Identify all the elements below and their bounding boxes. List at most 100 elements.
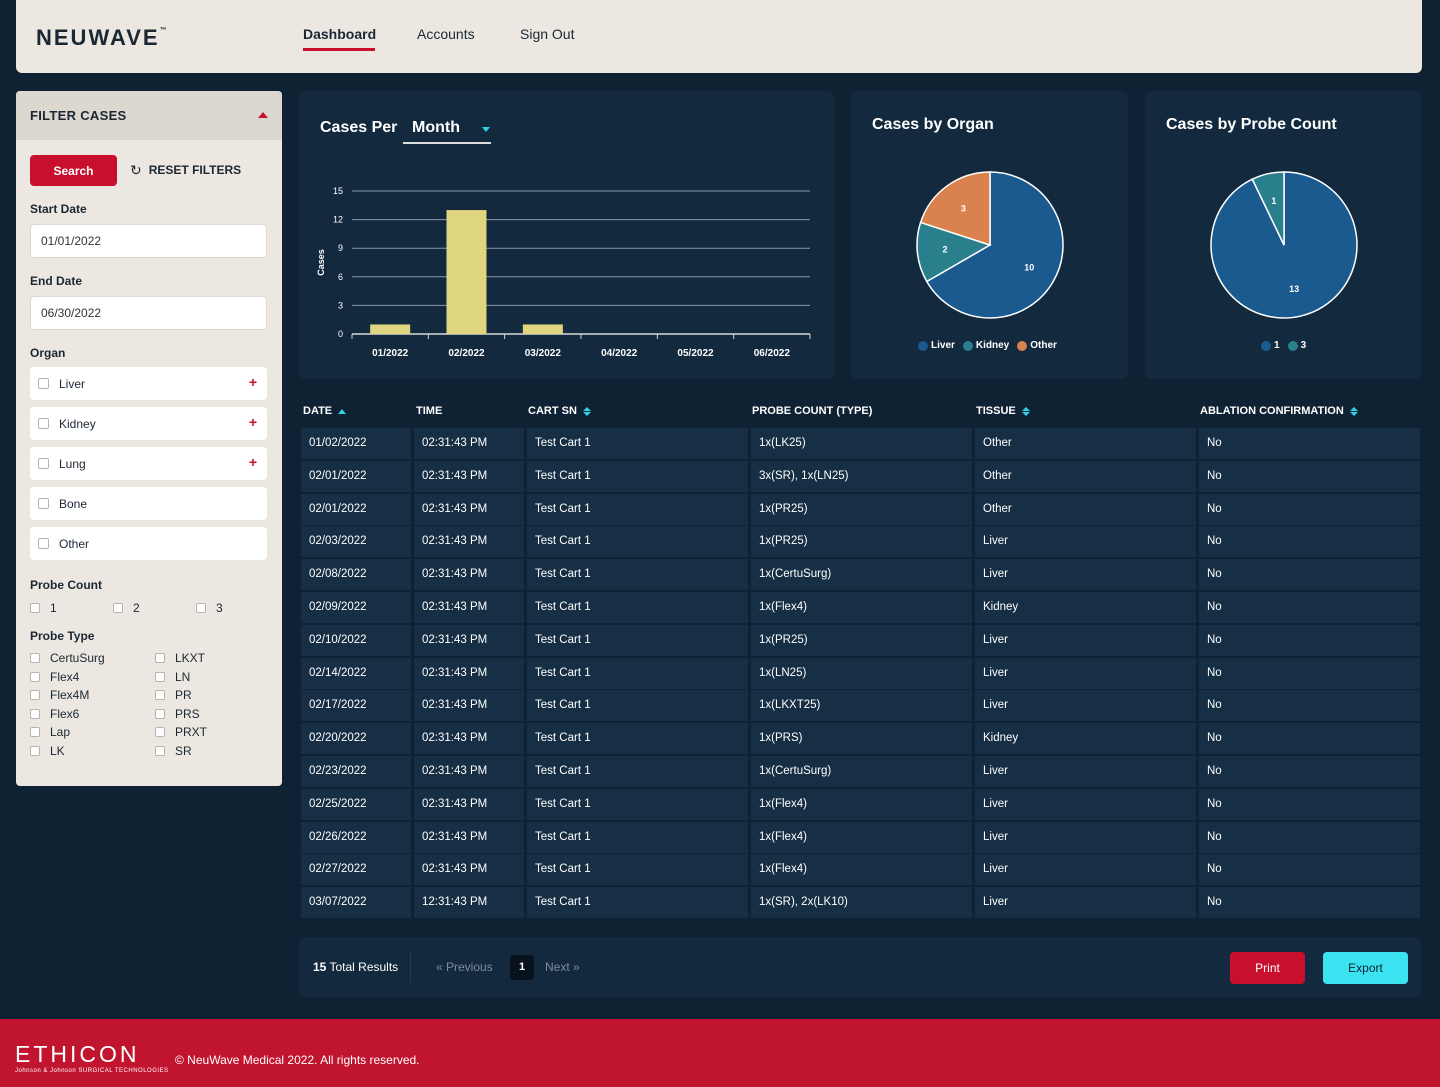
checkbox[interactable] [155,708,165,719]
table-row[interactable]: 02/25/2022 02:31:43 PM Test Cart 1 1x(Flex4… [301,788,1420,820]
end-date-input[interactable] [30,296,267,330]
probe-type-option[interactable]: PRS [155,707,200,721]
checkbox[interactable] [30,603,40,613]
bar[interactable] [370,324,411,334]
probe-type-option[interactable]: Flex6 [30,707,79,721]
probe-type-option[interactable]: SR [155,744,192,758]
table-cell: Liver [975,756,1196,787]
column-header-ablation-confirmation[interactable]: ABLATION CONFIRMATION [1200,405,1358,417]
table-row[interactable]: 02/23/2022 02:31:43 PM Test Cart 1 1x(Certu… [301,756,1420,787]
probe-type-option[interactable]: PR [155,688,192,702]
table-row[interactable]: 02/20/2022 02:31:43 PM Test Cart 1 1x(PRS) K… [301,723,1420,755]
organ-option-bone[interactable]: Bone [30,487,267,520]
expand-plus-icon[interactable]: + [249,414,257,430]
legend-item[interactable]: Other [1017,340,1057,351]
checkbox[interactable] [196,603,206,613]
column-header-tissue[interactable]: TISSUE [976,405,1030,417]
table-row[interactable]: 02/26/2022 02:31:43 PM Test Cart 1 1x(Flex4… [301,821,1420,853]
table-row[interactable]: 01/02/2022 02:31:43 PM Test Cart 1 1x(LK25)… [301,428,1420,459]
expand-plus-icon[interactable]: + [249,454,257,470]
probe-count-option-3[interactable]: 3 [196,601,223,615]
probe-type-option[interactable]: Lap [30,725,70,739]
column-header-probe-count[interactable]: PROBE COUNT (TYPE) [752,405,872,417]
legend-item[interactable]: 1 [1261,340,1280,351]
legend-item[interactable]: Liver [918,340,955,351]
end-date-label: End Date [30,274,83,288]
print-button[interactable]: Print [1230,952,1305,984]
table-row[interactable]: 02/17/2022 02:31:43 PM Test Cart 1 1x(LKXT2… [301,690,1420,722]
probe-count-option-1[interactable]: 1 [30,601,57,615]
checkbox[interactable] [38,418,49,429]
probe-count-option-2[interactable]: 2 [113,601,140,615]
checkbox[interactable] [30,727,40,738]
probe-type-option[interactable]: LN [155,670,190,684]
previous-page-link[interactable]: « Previous [436,960,493,974]
option-label: SR [175,744,192,758]
filter-title: FILTER CASES [30,108,127,123]
table-row[interactable]: 02/27/2022 02:31:43 PM Test Cart 1 1x(Flex4… [301,854,1420,886]
table-row[interactable]: 02/14/2022 02:31:43 PM Test Cart 1 1x(LN25)… [301,657,1420,689]
checkbox[interactable] [38,538,49,549]
organ-option-liver[interactable]: Liver + [30,367,267,400]
table-row[interactable]: 02/09/2022 02:31:43 PM Test Cart 1 1x(Flex4… [301,592,1420,623]
checkbox[interactable] [30,653,40,663]
table-cell: 1x(CertuSurg) [751,756,972,787]
checkbox[interactable] [30,690,40,701]
legend-item[interactable]: Kidney [962,340,1009,351]
table-row[interactable]: 03/07/2022 12:31:43 PM Test Cart 1 1x(SR), … [301,887,1420,919]
probe-type-option[interactable]: CertuSurg [30,651,105,665]
probe-type-option[interactable]: Flex4M [30,688,89,702]
reset-filters-button[interactable]: ↻ RESET FILTERS [130,163,241,177]
filter-header[interactable]: FILTER CASES [16,91,282,140]
neuwave-logo[interactable]: NEUWAVE™ [36,25,167,51]
export-button[interactable]: Export [1323,952,1408,984]
probe-type-option[interactable]: Flex4 [30,670,79,684]
checkbox[interactable] [155,671,165,682]
table-row[interactable]: 02/03/2022 02:31:43 PM Test Cart 1 1x(PR25)… [301,526,1420,558]
cases-by-organ-panel: Cases by Organ 10 2 3 Liver Kidney Other [851,91,1128,379]
table-cell: No [1199,624,1420,656]
nav-accounts[interactable]: Accounts [417,26,475,42]
table-row[interactable]: 02/08/2022 02:31:43 PM Test Cart 1 1x(Certu… [301,559,1420,591]
checkbox[interactable] [38,498,49,509]
collapse-caret-icon[interactable] [258,112,268,118]
next-page-link[interactable]: Next » [545,960,580,974]
nav-sign-out[interactable]: Sign Out [520,26,574,42]
column-header-date[interactable]: DATE [303,405,347,417]
table-row[interactable]: 02/10/2022 02:31:43 PM Test Cart 1 1x(PR25)… [301,624,1420,656]
organ-option-kidney[interactable]: Kidney + [30,407,267,440]
nav-dashboard[interactable]: Dashboard [303,26,376,42]
probe-type-option[interactable]: LKXT [155,651,205,665]
table-row[interactable]: 02/01/2022 02:31:43 PM Test Cart 1 1x(PR25)… [301,493,1420,525]
bar[interactable] [522,324,563,334]
checkbox[interactable] [30,746,40,756]
header-label: CART SN [528,405,577,417]
checkbox[interactable] [30,671,40,682]
checkbox[interactable] [155,746,165,756]
slice-value-label: 10 [1024,263,1034,273]
search-button[interactable]: Search [30,155,117,186]
table-cell: Test Cart 1 [527,592,748,623]
checkbox[interactable] [113,603,123,613]
table-row[interactable]: 02/01/2022 02:31:43 PM Test Cart 1 3x(SR), … [301,460,1420,492]
legend-item[interactable]: 3 [1287,340,1306,351]
column-header-cart-sn[interactable]: CART SN [528,405,591,417]
expand-plus-icon[interactable]: + [249,374,257,390]
checkbox[interactable] [155,690,165,701]
slice-value-label: 2 [942,245,947,255]
start-date-input[interactable] [30,224,267,258]
organ-option-lung[interactable]: Lung + [30,447,267,480]
column-header-time[interactable]: TIME [416,405,442,417]
page-number-current[interactable]: 1 [510,955,534,980]
checkbox[interactable] [155,727,165,738]
checkbox[interactable] [155,653,165,663]
bar[interactable] [446,210,487,334]
probe-type-option[interactable]: LK [30,744,65,758]
x-tick-label: 05/2022 [677,348,714,359]
organ-option-other[interactable]: Other [30,527,267,560]
probe-type-option[interactable]: PRXT [155,725,207,739]
table-cell: Liver [975,559,1196,591]
checkbox[interactable] [30,708,40,719]
checkbox[interactable] [38,378,49,389]
checkbox[interactable] [38,458,49,469]
